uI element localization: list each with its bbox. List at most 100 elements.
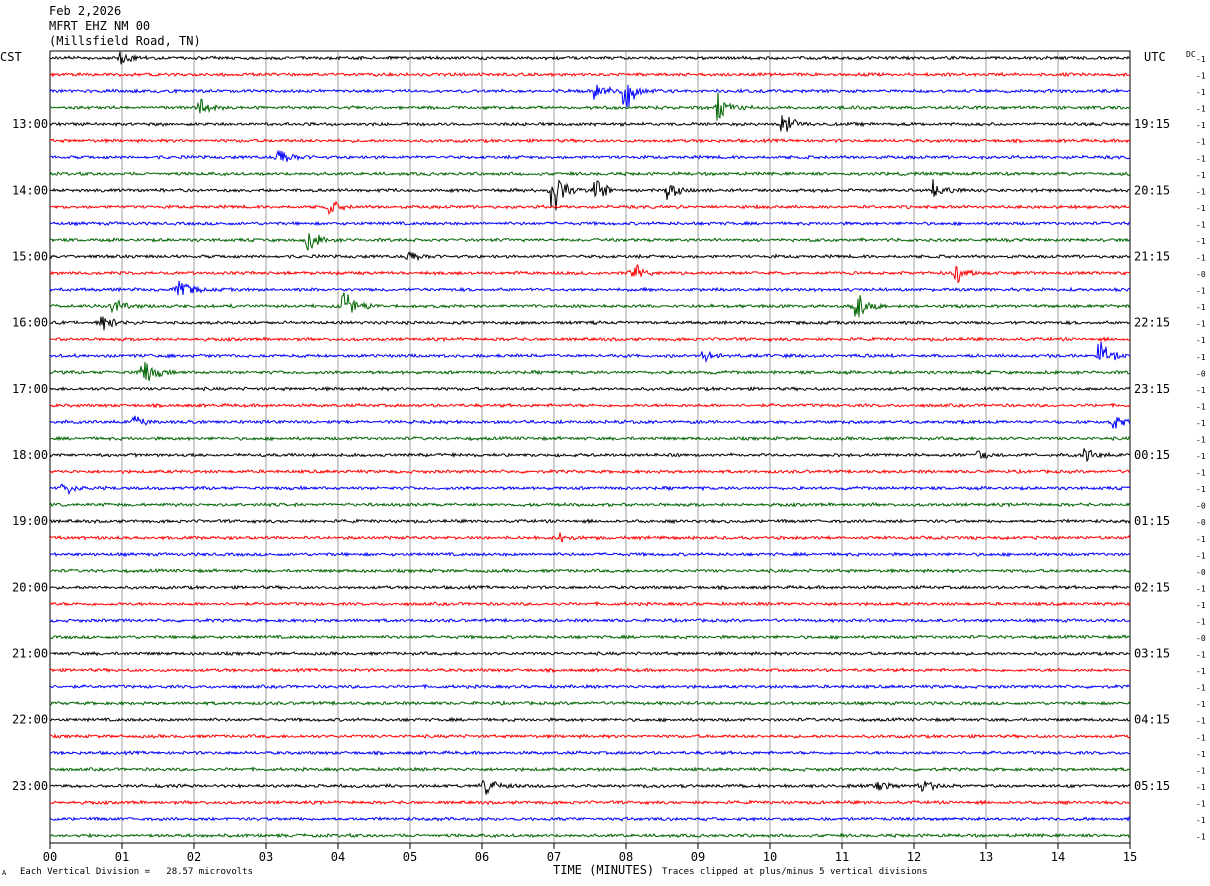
seismic-trace bbox=[49, 415, 1131, 429]
dc-offset-label: -1 bbox=[1196, 386, 1206, 395]
seismic-trace bbox=[49, 683, 1131, 690]
left-hour-label: 16:00 bbox=[12, 316, 48, 330]
seismic-trace bbox=[49, 832, 1131, 839]
seismic-trace bbox=[49, 385, 1131, 392]
dc-offset-label: -1 bbox=[1196, 469, 1206, 478]
x-tick-label: 01 bbox=[115, 850, 129, 864]
dc-offset-label: -1 bbox=[1196, 535, 1206, 544]
seismic-trace bbox=[49, 115, 1131, 132]
dc-offset-label: -1 bbox=[1196, 617, 1206, 626]
x-tick-label: 04 bbox=[331, 850, 345, 864]
x-tick-label: 11 bbox=[835, 850, 849, 864]
seismic-trace bbox=[49, 341, 1131, 364]
right-hour-label: 21:15 bbox=[1134, 250, 1170, 264]
seismic-trace bbox=[49, 733, 1131, 740]
left-hour-label: 21:00 bbox=[12, 647, 48, 661]
seismic-trace bbox=[49, 699, 1131, 707]
left-hour-label: 13:00 bbox=[12, 117, 48, 131]
dc-offset-label: -1 bbox=[1196, 651, 1206, 660]
x-tick-label: 00 bbox=[43, 850, 57, 864]
dc-offset-label: -0 bbox=[1196, 270, 1206, 279]
seismic-trace bbox=[49, 280, 1131, 296]
x-tick-label: 12 bbox=[907, 850, 921, 864]
seismic-trace bbox=[49, 799, 1131, 806]
left-hour-label: 19:00 bbox=[12, 514, 48, 528]
right-hour-label: 23:15 bbox=[1134, 382, 1170, 396]
dc-offset-label: -1 bbox=[1196, 783, 1206, 792]
right-hour-label: 02:15 bbox=[1134, 580, 1170, 594]
seismic-trace bbox=[49, 779, 1131, 795]
x-tick-label: 02 bbox=[187, 850, 201, 864]
left-hour-label: 15:00 bbox=[12, 250, 48, 264]
dc-offset-label: -1 bbox=[1196, 121, 1206, 130]
dc-offset-label: -1 bbox=[1196, 419, 1206, 428]
dc-offset-label: -1 bbox=[1196, 154, 1206, 163]
dc-offset-label: -1 bbox=[1196, 750, 1206, 759]
seismic-trace bbox=[49, 200, 1131, 216]
x-tick-label: 10 bbox=[763, 850, 777, 864]
right-hour-label: 01:15 bbox=[1134, 514, 1170, 528]
left-hour-label: 20:00 bbox=[12, 580, 48, 594]
seismic-trace bbox=[49, 633, 1131, 640]
dc-offset-label: -0 bbox=[1196, 634, 1206, 643]
x-tick-label: 08 bbox=[619, 850, 633, 864]
left-hour-label: 22:00 bbox=[12, 713, 48, 727]
seismic-trace bbox=[49, 584, 1131, 591]
seismic-trace bbox=[49, 71, 1131, 78]
seismic-trace bbox=[49, 468, 1131, 475]
seismic-trace bbox=[49, 84, 1131, 108]
dc-offset-label: -1 bbox=[1196, 353, 1206, 362]
dc-offset-label: -1 bbox=[1196, 485, 1206, 494]
scale-note: Each Vertical Division = 28.57 microvolt… bbox=[20, 867, 253, 877]
dc-offset-label: -1 bbox=[1196, 105, 1206, 114]
seismic-trace bbox=[49, 435, 1131, 442]
dc-offset-label: -1 bbox=[1196, 551, 1206, 560]
dc-offset-label: -1 bbox=[1196, 816, 1206, 825]
seismic-trace bbox=[49, 600, 1131, 607]
dc-offset-label: -1 bbox=[1196, 187, 1206, 196]
seismic-trace bbox=[49, 51, 1131, 65]
dc-offset-label: -1 bbox=[1196, 733, 1206, 742]
seismic-trace bbox=[49, 567, 1131, 574]
seismic-trace bbox=[49, 650, 1131, 657]
left-hour-label: 14:00 bbox=[12, 183, 48, 197]
seismic-trace bbox=[49, 667, 1131, 674]
right-hour-label: 03:15 bbox=[1134, 647, 1170, 661]
seismic-trace bbox=[49, 292, 1131, 318]
x-tick-label: 03 bbox=[259, 850, 273, 864]
dc-offset-label: -1 bbox=[1196, 700, 1206, 709]
x-tick-label: 09 bbox=[691, 850, 705, 864]
dc-offset-label: -1 bbox=[1196, 204, 1206, 213]
dc-offset-label: -0 bbox=[1196, 518, 1206, 527]
corner-mark: A bbox=[2, 869, 7, 877]
dc-offset-label: -1 bbox=[1196, 452, 1206, 461]
dc-offset-label: -1 bbox=[1196, 584, 1206, 593]
seismic-trace bbox=[49, 483, 1130, 496]
seismic-trace bbox=[49, 170, 1131, 177]
seismic-trace bbox=[49, 551, 1131, 558]
seismic-trace bbox=[49, 137, 1131, 144]
x-tick-label: 15 bbox=[1123, 850, 1137, 864]
left-hour-label: 23:00 bbox=[12, 779, 48, 793]
seismic-trace bbox=[49, 361, 1131, 382]
x-tick-label: 14 bbox=[1051, 850, 1065, 864]
seismic-trace bbox=[49, 316, 1130, 331]
x-tick-label: 07 bbox=[547, 850, 561, 864]
seismic-trace bbox=[49, 617, 1131, 624]
seismic-trace bbox=[49, 501, 1131, 508]
seismic-trace bbox=[49, 716, 1131, 723]
seismic-trace bbox=[49, 815, 1131, 823]
dc-offset-label: -1 bbox=[1196, 55, 1206, 64]
dc-offset-label: -1 bbox=[1196, 287, 1206, 296]
x-tick-label: 06 bbox=[475, 850, 489, 864]
dc-offset-label: -1 bbox=[1196, 220, 1206, 229]
dc-offset-label: -1 bbox=[1196, 237, 1206, 246]
seismic-trace bbox=[49, 518, 1131, 525]
dc-offset-label: -1 bbox=[1196, 88, 1206, 97]
seismic-trace bbox=[49, 264, 1131, 284]
right-hour-label: 20:15 bbox=[1134, 183, 1170, 197]
x-tick-label: 05 bbox=[403, 850, 417, 864]
dc-offset-label: -1 bbox=[1196, 303, 1206, 312]
dc-offset-label: -0 bbox=[1196, 369, 1206, 378]
right-hour-label: 04:15 bbox=[1134, 713, 1170, 727]
